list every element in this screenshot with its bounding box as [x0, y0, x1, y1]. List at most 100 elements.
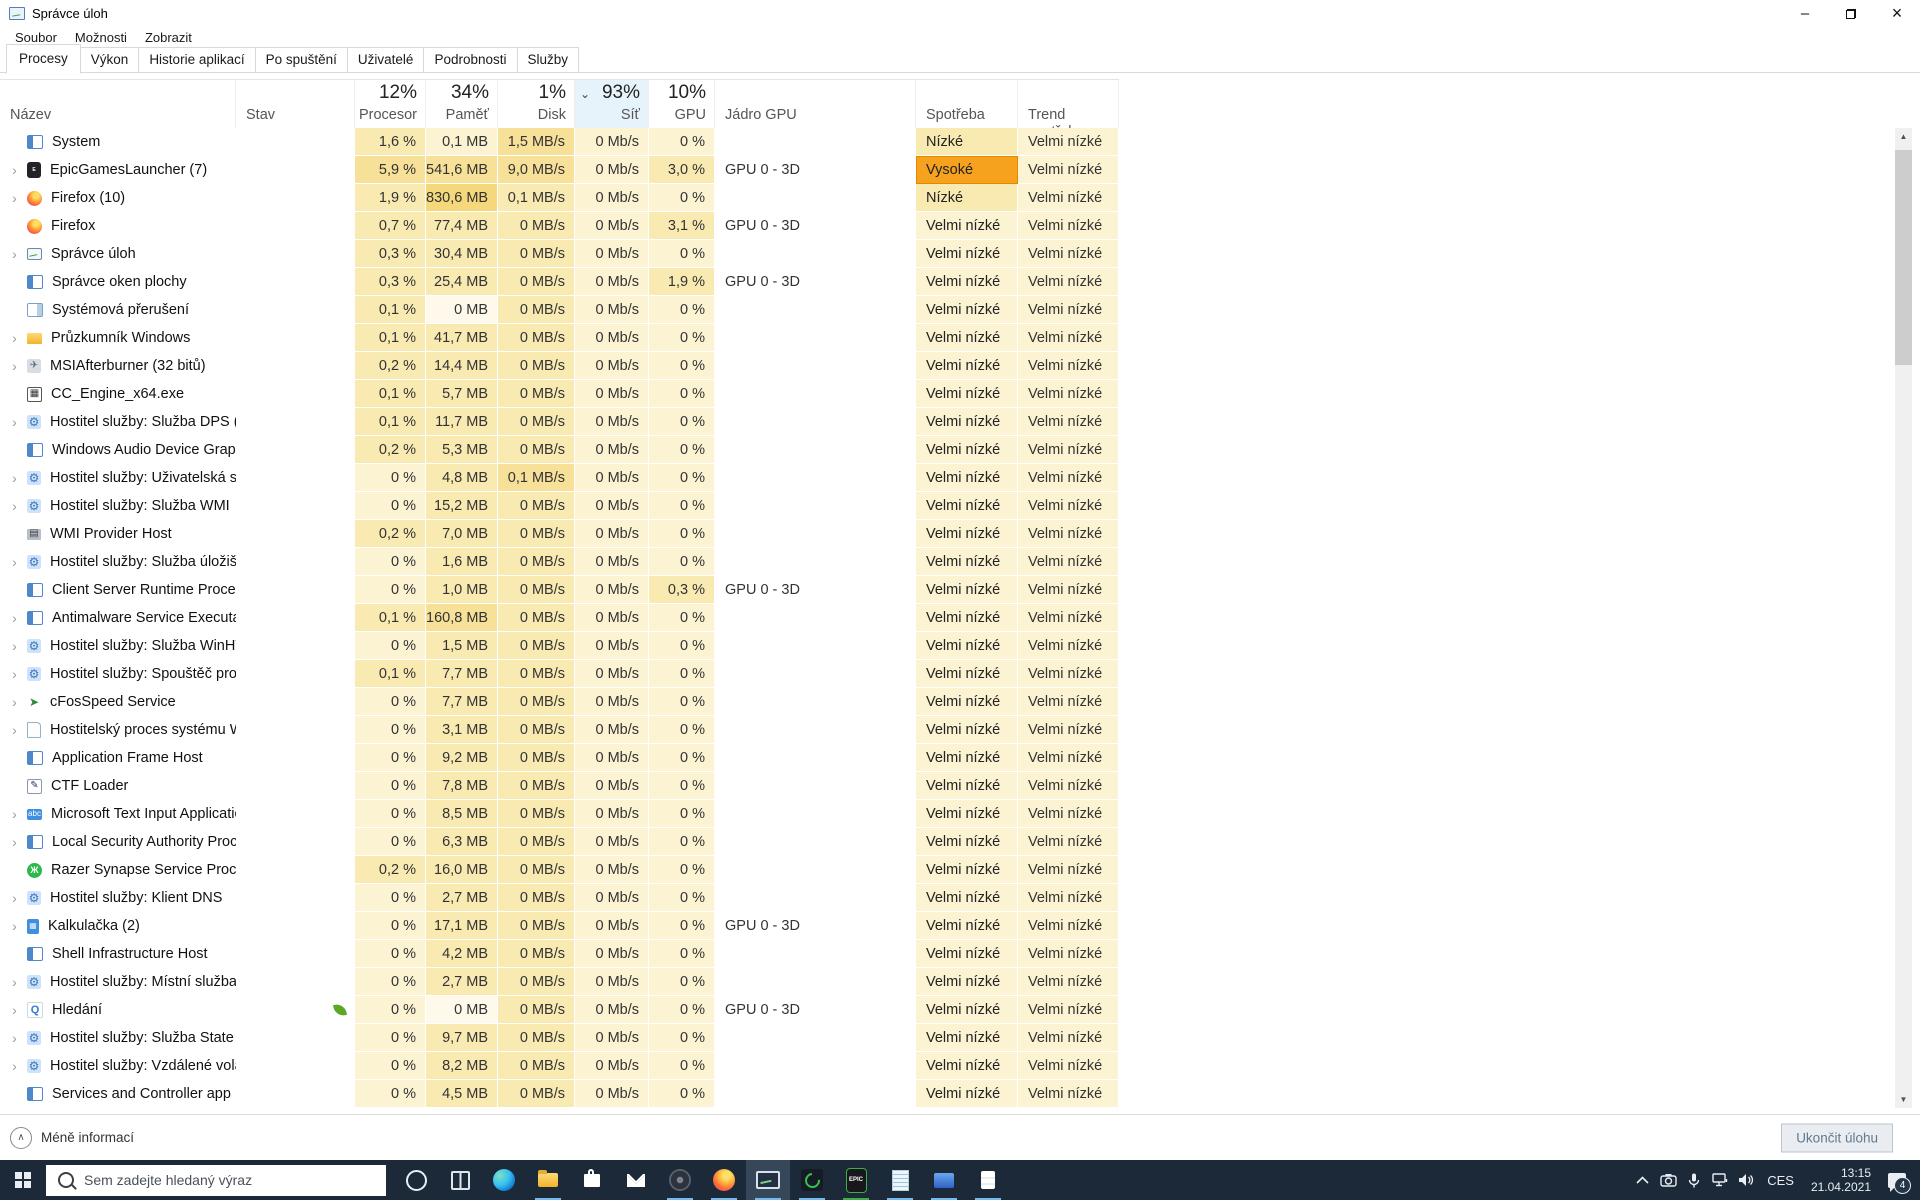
process-row[interactable]: › Antimalware Service Executable 0,1 % 1… — [0, 604, 1119, 632]
process-row[interactable]: ▤ WMI Provider Host 0,2 % 7,0 MB 0 MB/s … — [0, 520, 1119, 548]
tab-procesy[interactable]: Procesy — [6, 44, 81, 74]
process-row[interactable]: › ⚙ Hostitel služby: Klient DNS 0 % 2,7 … — [0, 884, 1119, 912]
tab-výkon[interactable]: Výkon — [79, 47, 140, 73]
tray-expand-chevron-icon[interactable] — [1629, 1160, 1655, 1200]
process-row[interactable]: › Q Hledání 0 % 0 MB 0 MB/s 0 Mb/s 0 % G… — [0, 996, 1119, 1024]
taskbar-calculator-button[interactable] — [966, 1160, 1010, 1200]
expand-chevron-icon[interactable]: › — [8, 408, 21, 436]
taskbar-search-input[interactable]: Sem zadejte hledaný výraz — [46, 1164, 386, 1196]
expand-chevron-icon[interactable]: › — [8, 884, 21, 912]
taskbar-edge-button[interactable] — [482, 1160, 526, 1200]
vertical-scrollbar[interactable]: ▲ ▼ — [1895, 128, 1912, 1108]
close-button[interactable]: × — [1874, 0, 1920, 27]
taskbar-green-app-button[interactable] — [790, 1160, 834, 1200]
scroll-down-arrow-icon[interactable]: ▼ — [1895, 1091, 1912, 1108]
expand-chevron-icon[interactable]: › — [8, 352, 21, 380]
column-header-gpu-engine[interactable]: Jádro GPU — [715, 80, 916, 128]
expand-chevron-icon[interactable]: › — [8, 912, 21, 940]
taskbar-audio-app-button[interactable] — [658, 1160, 702, 1200]
process-row[interactable]: › E EpicGamesLauncher (7) 5,9 % 541,6 MB… — [0, 156, 1119, 184]
column-header-gpu[interactable]: 10% GPU — [649, 80, 715, 128]
restore-button[interactable] — [1828, 0, 1874, 27]
taskbar-mail-button[interactable] — [614, 1160, 658, 1200]
process-row[interactable]: Client Server Runtime Process 0 % 1,0 MB… — [0, 576, 1119, 604]
taskbar-store-button[interactable] — [570, 1160, 614, 1200]
expand-chevron-icon[interactable]: › — [8, 492, 21, 520]
tab-služby[interactable]: Služby — [516, 47, 580, 73]
taskbar-cortana-button[interactable] — [394, 1160, 438, 1200]
process-row[interactable]: › ⚙ Hostitel služby: Služba WinHTTP... 0… — [0, 632, 1119, 660]
process-row[interactable]: System 1,6 % 0,1 MB 1,5 MB/s 0 Mb/s 0 % … — [0, 128, 1119, 156]
process-row[interactable]: Ж Razer Synapse Service Process (... 0,2… — [0, 856, 1119, 884]
process-row[interactable]: › abc Microsoft Text Input Application 0… — [0, 800, 1119, 828]
column-header-cpu[interactable]: 12% Procesor — [355, 80, 426, 128]
expand-chevron-icon[interactable]: › — [8, 464, 21, 492]
process-row[interactable]: › ▦ Kalkulačka (2) 0 % 17,1 MB 0 MB/s 0 … — [0, 912, 1119, 940]
expand-chevron-icon[interactable]: › — [8, 548, 21, 576]
column-header-status[interactable]: Stav — [236, 80, 355, 128]
expand-chevron-icon[interactable]: › — [8, 1052, 21, 1080]
expand-chevron-icon[interactable]: › — [8, 156, 21, 184]
process-row[interactable]: ▦ CC_Engine_x64.exe 0,1 % 5,7 MB 0 MB/s … — [0, 380, 1119, 408]
process-row[interactable]: ✎ CTF Loader 0 % 7,8 MB 0 MB/s 0 Mb/s 0 … — [0, 772, 1119, 800]
expand-chevron-icon[interactable]: › — [8, 716, 21, 744]
process-row[interactable]: › ⚙ Hostitel služby: Spouštěč proces... … — [0, 660, 1119, 688]
process-row[interactable]: › ➤ cFosSpeed Service 0 % 7,7 MB 0 MB/s … — [0, 688, 1119, 716]
column-header-name[interactable]: Název — [0, 80, 236, 128]
tray-microphone-icon[interactable] — [1681, 1160, 1707, 1200]
taskbar-notepad-button[interactable] — [878, 1160, 922, 1200]
expand-chevron-icon[interactable]: › — [8, 1024, 21, 1052]
tray-network-icon[interactable] — [1707, 1160, 1733, 1200]
taskbar-task-view-button[interactable] — [438, 1160, 482, 1200]
expand-chevron-icon[interactable]: › — [8, 968, 21, 996]
tab-po-spuštění[interactable]: Po spuštění — [254, 47, 348, 73]
process-row[interactable]: Systémová přerušení 0,1 % 0 MB 0 MB/s 0 … — [0, 296, 1119, 324]
process-row[interactable]: › Hostitelský proces systému Win... 0 % … — [0, 716, 1119, 744]
process-row[interactable]: › ⚙ Hostitel služby: Služba úložiště 0 %… — [0, 548, 1119, 576]
column-header-disk[interactable]: 1% Disk — [498, 80, 575, 128]
tray-camera-icon[interactable] — [1655, 1160, 1681, 1200]
process-row[interactable]: Shell Infrastructure Host 0 % 4,2 MB 0 M… — [0, 940, 1119, 968]
column-header-power-usage[interactable]: Spotřeba ener... — [916, 80, 1018, 140]
taskbar-task-manager-button[interactable] — [746, 1160, 790, 1200]
process-row[interactable]: › ⚙ Hostitel služby: Služba State Rep...… — [0, 1024, 1119, 1052]
taskbar-epic-games-button[interactable]: EPIC — [834, 1160, 878, 1200]
process-row[interactable]: Services and Controller app 0 % 4,5 MB 0… — [0, 1080, 1119, 1108]
process-row[interactable]: › Local Security Authority Process... 0 … — [0, 828, 1119, 856]
process-row[interactable]: › ⚙ Hostitel služby: Vzdálené volání ...… — [0, 1052, 1119, 1080]
expand-chevron-icon[interactable]: › — [8, 688, 21, 716]
expand-chevron-icon[interactable]: › — [8, 996, 21, 1024]
expand-chevron-icon[interactable]: › — [8, 800, 21, 828]
start-button[interactable] — [0, 1160, 46, 1200]
column-header-power-trend[interactable]: Trend spotřeb... — [1018, 80, 1119, 140]
tab-uživatelé[interactable]: Uživatelé — [346, 47, 425, 73]
column-header-network[interactable]: ⌄ 93% Síť — [575, 80, 649, 128]
end-task-button[interactable]: Ukončit úlohu — [1781, 1123, 1893, 1152]
expand-chevron-icon[interactable]: › — [8, 632, 21, 660]
tray-volume-icon[interactable] — [1733, 1160, 1759, 1200]
expand-chevron-icon[interactable]: › — [8, 184, 21, 212]
column-header-memory[interactable]: 34% Paměť — [426, 80, 498, 128]
minimize-button[interactable]: – — [1782, 0, 1828, 27]
process-row[interactable]: › ✈ MSIAfterburner (32 bitů) 0,2 % 14,4 … — [0, 352, 1119, 380]
taskbar-firefox-button[interactable] — [702, 1160, 746, 1200]
process-row[interactable]: › Firefox (10) 1,9 % 830,6 MB 0,1 MB/s 0… — [0, 184, 1119, 212]
process-row[interactable]: › ⚙ Hostitel služby: Místní služba (o...… — [0, 968, 1119, 996]
tab-historie-aplikací[interactable]: Historie aplikací — [138, 47, 256, 73]
process-row[interactable]: Application Frame Host 0 % 9,2 MB 0 MB/s… — [0, 744, 1119, 772]
notification-center-button[interactable]: 4 — [1880, 1160, 1914, 1200]
process-row[interactable]: › Průzkumník Windows 0,1 % 41,7 MB 0 MB/… — [0, 324, 1119, 352]
expand-chevron-icon[interactable]: › — [8, 660, 21, 688]
process-row[interactable]: Firefox 0,7 % 77,4 MB 0 MB/s 0 Mb/s 3,1 … — [0, 212, 1119, 240]
scroll-up-arrow-icon[interactable]: ▲ — [1895, 128, 1912, 145]
taskbar-display-app-button[interactable] — [922, 1160, 966, 1200]
process-row[interactable]: Správce oken plochy 0,3 % 25,4 MB 0 MB/s… — [0, 268, 1119, 296]
taskbar-clock[interactable]: 13:15 21.04.2021 — [1802, 1166, 1880, 1194]
process-row[interactable]: › ⚙ Hostitel služby: Služba DPS (Dia... … — [0, 408, 1119, 436]
expand-chevron-icon[interactable]: › — [8, 828, 21, 856]
process-row[interactable]: › ⚙ Hostitel služby: Služba WMI 0 % 15,2… — [0, 492, 1119, 520]
tab-podrobnosti[interactable]: Podrobnosti — [423, 47, 518, 73]
less-info-toggle[interactable]: ∧ Méně informací — [10, 1126, 134, 1149]
expand-chevron-icon[interactable]: › — [8, 324, 21, 352]
language-indicator[interactable]: CES — [1759, 1173, 1802, 1188]
